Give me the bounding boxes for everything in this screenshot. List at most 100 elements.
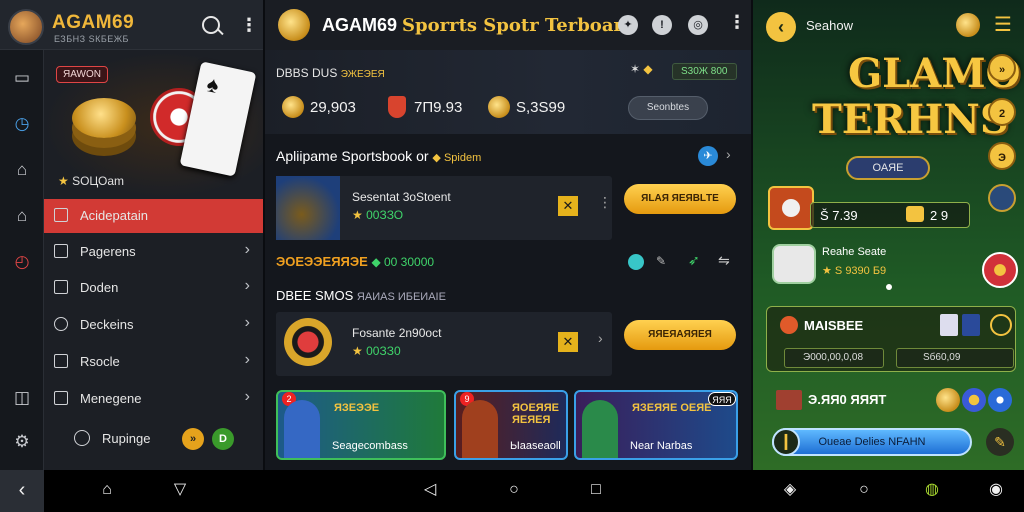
promo-label: Seagecombass — [332, 440, 408, 452]
edit-icon[interactable]: ✎ — [986, 428, 1014, 456]
profile-icon[interactable]: ◉ — [986, 480, 1006, 500]
star-icon: ★ — [58, 174, 73, 188]
list-icon — [54, 208, 68, 222]
match-odds-value: 00ЗЗО — [366, 208, 404, 222]
place-bet-button[interactable]: ЯLAЯ ЯЕЯВLТЕ — [624, 184, 736, 214]
info-icon[interactable]: ! — [652, 15, 672, 35]
search-icon[interactable] — [202, 16, 220, 34]
balance-value-2: 7П9.93 — [414, 99, 463, 116]
settings-icon[interactable]: ⚙ — [10, 430, 34, 454]
avatar[interactable] — [8, 9, 44, 45]
section-title-text: Apliipame Sportsbook — [276, 148, 413, 164]
promo-card-2[interactable]: 9 ЯОЕЯЯЕ ЯЕЯЕЯ Ыааseaoll — [454, 390, 568, 460]
recent-icon[interactable]: ▽ — [170, 480, 190, 500]
match-title: Sesentat 3oStoent — [352, 190, 451, 204]
side-button-1[interactable]: » — [988, 54, 1016, 82]
side-button-3[interactable]: Э — [988, 142, 1016, 170]
promo-card-1[interactable]: 2 ЯЗЕЭЭЕ Seagecombass — [276, 390, 446, 460]
balance-label-accent: ЭЖЕЭЕЯ — [340, 69, 385, 80]
coin-icon[interactable] — [956, 13, 980, 37]
bookmark-icon[interactable]: ✕ — [558, 332, 578, 352]
section-subtitle-text: Spidem — [443, 152, 482, 164]
back-icon[interactable]: ‹ — [12, 480, 32, 500]
bonus-value-text: S 9390 Б9 — [834, 265, 887, 277]
top-pill[interactable]: S30Ж 800 — [672, 63, 737, 80]
circle-icon[interactable]: ○ — [854, 480, 874, 500]
back-icon[interactable]: ‹ — [766, 12, 796, 42]
shield-icon[interactable]: ◈ — [780, 480, 800, 500]
stats-title: MAISBEE — [804, 318, 864, 333]
coin-icon[interactable] — [936, 388, 960, 412]
controller-icon[interactable]: ◍ — [922, 480, 942, 500]
share-icon[interactable]: ✈ — [698, 146, 718, 166]
document-icon — [54, 280, 68, 294]
chevron-right-icon: › — [244, 241, 250, 258]
sidebar-item-1[interactable]: Pagerens › — [44, 235, 264, 269]
promo-headline: ЯЗЕЯЯЕ ОЕЯЕ — [632, 402, 712, 414]
circle-home-icon[interactable]: ○ — [504, 480, 524, 500]
player-figure — [462, 400, 498, 458]
pager-dot[interactable] — [886, 284, 892, 290]
home-icon[interactable]: ⌂ — [10, 204, 34, 228]
globe-icon[interactable] — [988, 184, 1016, 212]
promo-caption-text: SOЦОam — [72, 174, 125, 188]
side-button-2[interactable]: 2 — [988, 98, 1016, 126]
file-icon[interactable]: ⌂ — [10, 158, 34, 182]
alert-icon[interactable]: ◴ — [10, 250, 34, 274]
sidebar-item-0[interactable]: Acidepatain — [44, 199, 264, 233]
triangle-back-icon[interactable]: ◁ — [420, 480, 440, 500]
more-icon[interactable]: ⋮ — [728, 12, 746, 33]
square-recent-icon[interactable]: □ — [586, 480, 606, 500]
game-thumbnail[interactable] — [768, 186, 814, 230]
match-thumbnail — [276, 176, 340, 240]
promo-card-3[interactable]: ЯЯЯ ЯЗЕЯЯЕ ОЕЯЕ Near Narbas — [574, 390, 738, 460]
chevron-right-icon[interactable]: › — [598, 330, 603, 346]
help-badge-1[interactable]: » — [182, 428, 204, 450]
cta-button[interactable]: Oueae Delies NFAHN — [772, 428, 972, 456]
hero-headline-1: GLAMO — [848, 50, 1021, 97]
sidebar-item-4[interactable]: Rsocle › — [44, 345, 264, 379]
help-label[interactable]: Rupinge — [102, 431, 150, 446]
globe-icon[interactable] — [988, 388, 1012, 412]
award-badge-icon[interactable] — [982, 252, 1018, 288]
promo-row-value-text: 00 30000 — [384, 255, 435, 269]
sidebar-item-label: Deckeins — [80, 317, 134, 332]
place-bet-button[interactable]: ЯЯЕЯАЯЯЕЯ — [624, 320, 736, 350]
view-button[interactable]: Seonbtes — [628, 96, 708, 120]
medal-icon[interactable] — [962, 388, 986, 412]
clock-icon[interactable]: ◷ — [10, 112, 34, 136]
help-badge-2[interactable]: D — [212, 428, 234, 450]
chevron-right-icon[interactable]: › — [726, 146, 731, 162]
link-icon[interactable]: ✎ — [656, 254, 666, 268]
arrow-icon[interactable]: ➶ — [688, 252, 700, 269]
logo-icon — [278, 9, 310, 41]
game-button[interactable]: ОАЯЕ — [846, 156, 930, 180]
coin-icon — [282, 96, 304, 118]
match-card-1[interactable]: Sesentat 3oStoent ★ 00ЗЗО ✕ ⋮ — [276, 176, 612, 240]
cta-left-icon[interactable]: ❙ — [772, 428, 800, 456]
book-icon[interactable]: ◫ — [10, 386, 34, 410]
more-icon[interactable]: ⋮ — [598, 194, 612, 211]
wallet-icon — [906, 206, 924, 222]
promo-badge[interactable]: ЯAWON — [56, 66, 108, 83]
promo-headline: ЯОЕЯЯЕ ЯЕЯЕЯ — [512, 402, 559, 426]
balance-label-text: DBBS DUS — [276, 66, 338, 80]
sidebar-item-5[interactable]: Menegene › — [44, 382, 264, 416]
puzzle-icon[interactable] — [628, 254, 644, 270]
sidebar-item-3[interactable]: Deckeins › — [44, 308, 264, 342]
dashboard-icon[interactable]: ▭ — [10, 66, 34, 90]
player-figure — [284, 400, 320, 458]
swap-icon[interactable]: ⇋ — [718, 252, 730, 269]
balance-value-3: S,3S99 — [516, 99, 566, 116]
home-icon[interactable]: ⌂ — [97, 480, 117, 500]
bookmark-icon[interactable]: ✕ — [558, 196, 578, 216]
soccer-ball-icon — [772, 244, 816, 284]
menu-icon[interactable]: ☰ — [994, 14, 1012, 36]
globe-icon[interactable]: ◎ — [688, 15, 708, 35]
search-label[interactable]: Seahow — [806, 18, 853, 33]
more-icon[interactable]: ⋮ — [240, 14, 258, 36]
puzzle-icon[interactable]: ✦ — [618, 15, 638, 35]
sidebar-item-2[interactable]: Doden › — [44, 271, 264, 305]
bonus-title: Reahe Seate — [822, 246, 887, 258]
refresh-icon[interactable] — [990, 314, 1012, 336]
